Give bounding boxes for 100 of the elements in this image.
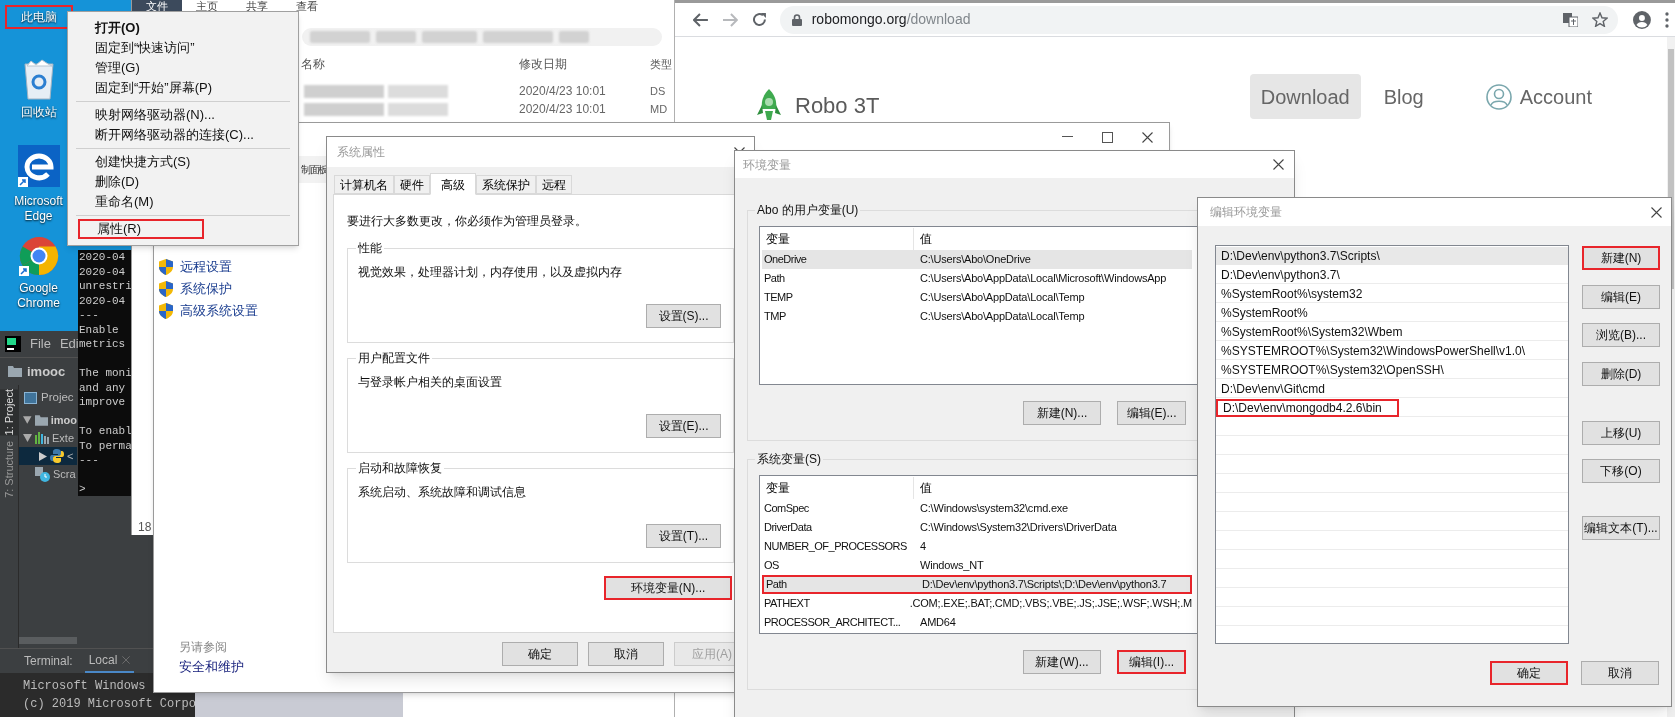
tab[interactable]: 系统保护 bbox=[476, 175, 536, 194]
menu-icon[interactable] bbox=[1665, 11, 1669, 28]
ribbon-tab[interactable]: 查看 bbox=[282, 0, 332, 13]
list-item[interactable]: %SYSTEMROOT%\System32\WindowsPowerShell\v1.0\ bbox=[1216, 342, 1568, 360]
tab[interactable]: 远程 bbox=[536, 175, 572, 194]
column-header[interactable]: 变量 bbox=[762, 477, 914, 499]
scrollbar[interactable] bbox=[19, 637, 77, 644]
app-icon[interactable] bbox=[5, 336, 21, 352]
button[interactable]: 确定 bbox=[502, 642, 578, 666]
menu-item[interactable]: 重命名(M) bbox=[78, 192, 162, 212]
expand-arrow-icon[interactable] bbox=[23, 434, 32, 442]
translate-icon[interactable] bbox=[1563, 12, 1579, 27]
column-header[interactable]: 类型 bbox=[650, 55, 672, 73]
button[interactable]: 取消 bbox=[1581, 661, 1659, 685]
console-line: unrestri bbox=[79, 279, 131, 294]
menu-item[interactable]: 映射网络驱动器(N)... bbox=[78, 105, 223, 125]
console-line: The moni bbox=[79, 366, 131, 381]
link[interactable]: 安全和维护 bbox=[179, 656, 244, 678]
user-icon bbox=[1485, 83, 1512, 110]
menu-item[interactable]: 属性(R) bbox=[78, 219, 204, 239]
menu-item[interactable]: 创建快捷方式(S) bbox=[78, 152, 199, 172]
tree-row[interactable]: < bbox=[19, 447, 77, 465]
tab[interactable]: 硬件 bbox=[394, 175, 430, 194]
button[interactable]: 编辑(E) bbox=[1582, 285, 1660, 309]
button[interactable]: 确定 bbox=[1490, 661, 1568, 685]
list-item[interactable]: D:\Dev\env\mongodb4.2.6\bin bbox=[1216, 399, 1399, 417]
button[interactable]: 环境变量(N)... bbox=[604, 576, 732, 600]
column-header[interactable]: 值 bbox=[914, 230, 932, 248]
ribbon-tab[interactable]: 主页 bbox=[182, 0, 232, 13]
button[interactable]: 编辑文本(T)... bbox=[1582, 516, 1660, 540]
button[interactable]: 编辑(E)... bbox=[1117, 401, 1186, 425]
group-title: 启动和故障恢复 bbox=[356, 460, 444, 476]
tree-item[interactable]: imoo bbox=[50, 411, 77, 429]
site-title: Robo 3T bbox=[795, 93, 880, 119]
button[interactable]: 设置(T)... bbox=[646, 524, 721, 548]
table-row[interactable]: OneDrive C:\Users\Abo\OneDrive bbox=[762, 250, 1192, 269]
menu-item[interactable]: 断开网络驱动器的连接(C)... bbox=[78, 125, 262, 145]
nav-link[interactable]: Account bbox=[1474, 74, 1603, 119]
button[interactable]: 取消 bbox=[588, 642, 664, 666]
button[interactable]: 新建(N)... bbox=[1023, 401, 1101, 425]
close-icon[interactable] bbox=[1273, 159, 1284, 170]
table-cell-text: TMP bbox=[763, 309, 787, 325]
reload-icon[interactable] bbox=[751, 12, 767, 27]
column-header[interactable]: 名称 bbox=[301, 55, 519, 73]
ribbon-tab[interactable]: 共享 bbox=[232, 0, 282, 13]
star-icon[interactable] bbox=[1592, 12, 1609, 27]
table-cell-text: .COM;.EXE;.BAT;.CMD;.VBS;.VBE;.JS;.JSE;.WSF;.WSH;.M bbox=[908, 596, 1192, 612]
menu-item[interactable]: File bbox=[30, 334, 51, 354]
button[interactable]: 删除(D) bbox=[1582, 362, 1660, 386]
button[interactable]: 浏览(B)... bbox=[1582, 323, 1660, 347]
column-header[interactable]: 修改日期 bbox=[519, 55, 650, 73]
list-item[interactable]: D:\Dev\env\python3.7\ bbox=[1216, 266, 1568, 284]
nav-link[interactable]: Blog bbox=[1372, 74, 1435, 119]
tab[interactable]: 计算机名 bbox=[334, 175, 394, 194]
maximize-icon[interactable] bbox=[1102, 131, 1113, 143]
minimize-icon[interactable] bbox=[1062, 136, 1073, 138]
expand-arrow-icon[interactable] bbox=[23, 416, 32, 424]
list-item[interactable]: D:\Dev\env\Git\cmd bbox=[1216, 380, 1568, 398]
address-bar[interactable]: robomongo.org/download bbox=[779, 5, 1619, 34]
list-item[interactable]: %SystemRoot%\System32\Wbem bbox=[1216, 323, 1568, 341]
task-link[interactable]: 高级系统设置 bbox=[180, 301, 258, 321]
profile-icon[interactable] bbox=[1633, 10, 1652, 29]
column-header[interactable]: 值 bbox=[914, 479, 932, 497]
task-link[interactable]: 远程设置 bbox=[180, 257, 232, 277]
button[interactable]: 新建(W)... bbox=[1023, 650, 1101, 674]
breadcrumb-item[interactable]: imooc bbox=[27, 361, 66, 382]
close-icon[interactable] bbox=[1651, 206, 1662, 218]
list-item[interactable]: D:\Dev\env\python3.7\Scripts\ bbox=[1216, 247, 1568, 265]
nav-link[interactable]: Download bbox=[1249, 74, 1361, 119]
menu-item[interactable]: 固定到“开始”屏幕(P) bbox=[78, 78, 220, 98]
button[interactable]: 编辑(I)... bbox=[1117, 650, 1186, 674]
back-icon[interactable] bbox=[693, 12, 709, 27]
lock-icon[interactable] bbox=[791, 13, 802, 26]
close-icon[interactable] bbox=[1142, 131, 1153, 143]
task-link[interactable]: 系统保护 bbox=[180, 279, 232, 299]
description-text: 系统启动、系统故障和调试信息 bbox=[358, 484, 526, 500]
button[interactable]: 新建(N) bbox=[1582, 246, 1660, 270]
menu-item[interactable]: 固定到“快速访问” bbox=[78, 38, 203, 58]
tool-window-tab[interactable]: 1: Project bbox=[0, 389, 19, 436]
table-row[interactable]: Path D:\Dev\env\python3.7\Scripts\;D:\Dev\env\python3.7 bbox=[762, 575, 1192, 594]
menu-item[interactable]: Edi bbox=[59, 334, 79, 354]
console-line: 2020-04 bbox=[79, 293, 126, 308]
console-line: improve bbox=[79, 395, 126, 410]
button[interactable]: 上移(U) bbox=[1582, 421, 1660, 445]
list-item[interactable]: %SystemRoot%\system32 bbox=[1216, 285, 1568, 303]
tree-item[interactable]: Exte bbox=[52, 429, 74, 447]
button[interactable]: 设置(E)... bbox=[646, 414, 721, 438]
tab[interactable]: 高级 bbox=[430, 173, 476, 195]
menu-item[interactable]: 管理(G) bbox=[78, 58, 148, 78]
button[interactable]: 下移(O) bbox=[1582, 459, 1660, 483]
menu-item[interactable]: 打开(O) bbox=[78, 18, 148, 38]
group-title: 系统变量(S) bbox=[755, 451, 823, 467]
list-item[interactable]: %SYSTEMROOT%\System32\OpenSSH\ bbox=[1216, 361, 1568, 379]
list-item[interactable]: %SystemRoot% bbox=[1216, 304, 1568, 322]
terminal-line: (c) 2019 Microsoft Corpo bbox=[23, 696, 196, 713]
collapse-arrow-icon[interactable] bbox=[39, 451, 47, 461]
menu-item[interactable]: 删除(D) bbox=[78, 172, 148, 192]
button[interactable]: 设置(S)... bbox=[646, 304, 721, 328]
tool-window-tab[interactable]: 7: Structure bbox=[0, 441, 19, 499]
tree-item[interactable]: Scra bbox=[53, 465, 76, 483]
